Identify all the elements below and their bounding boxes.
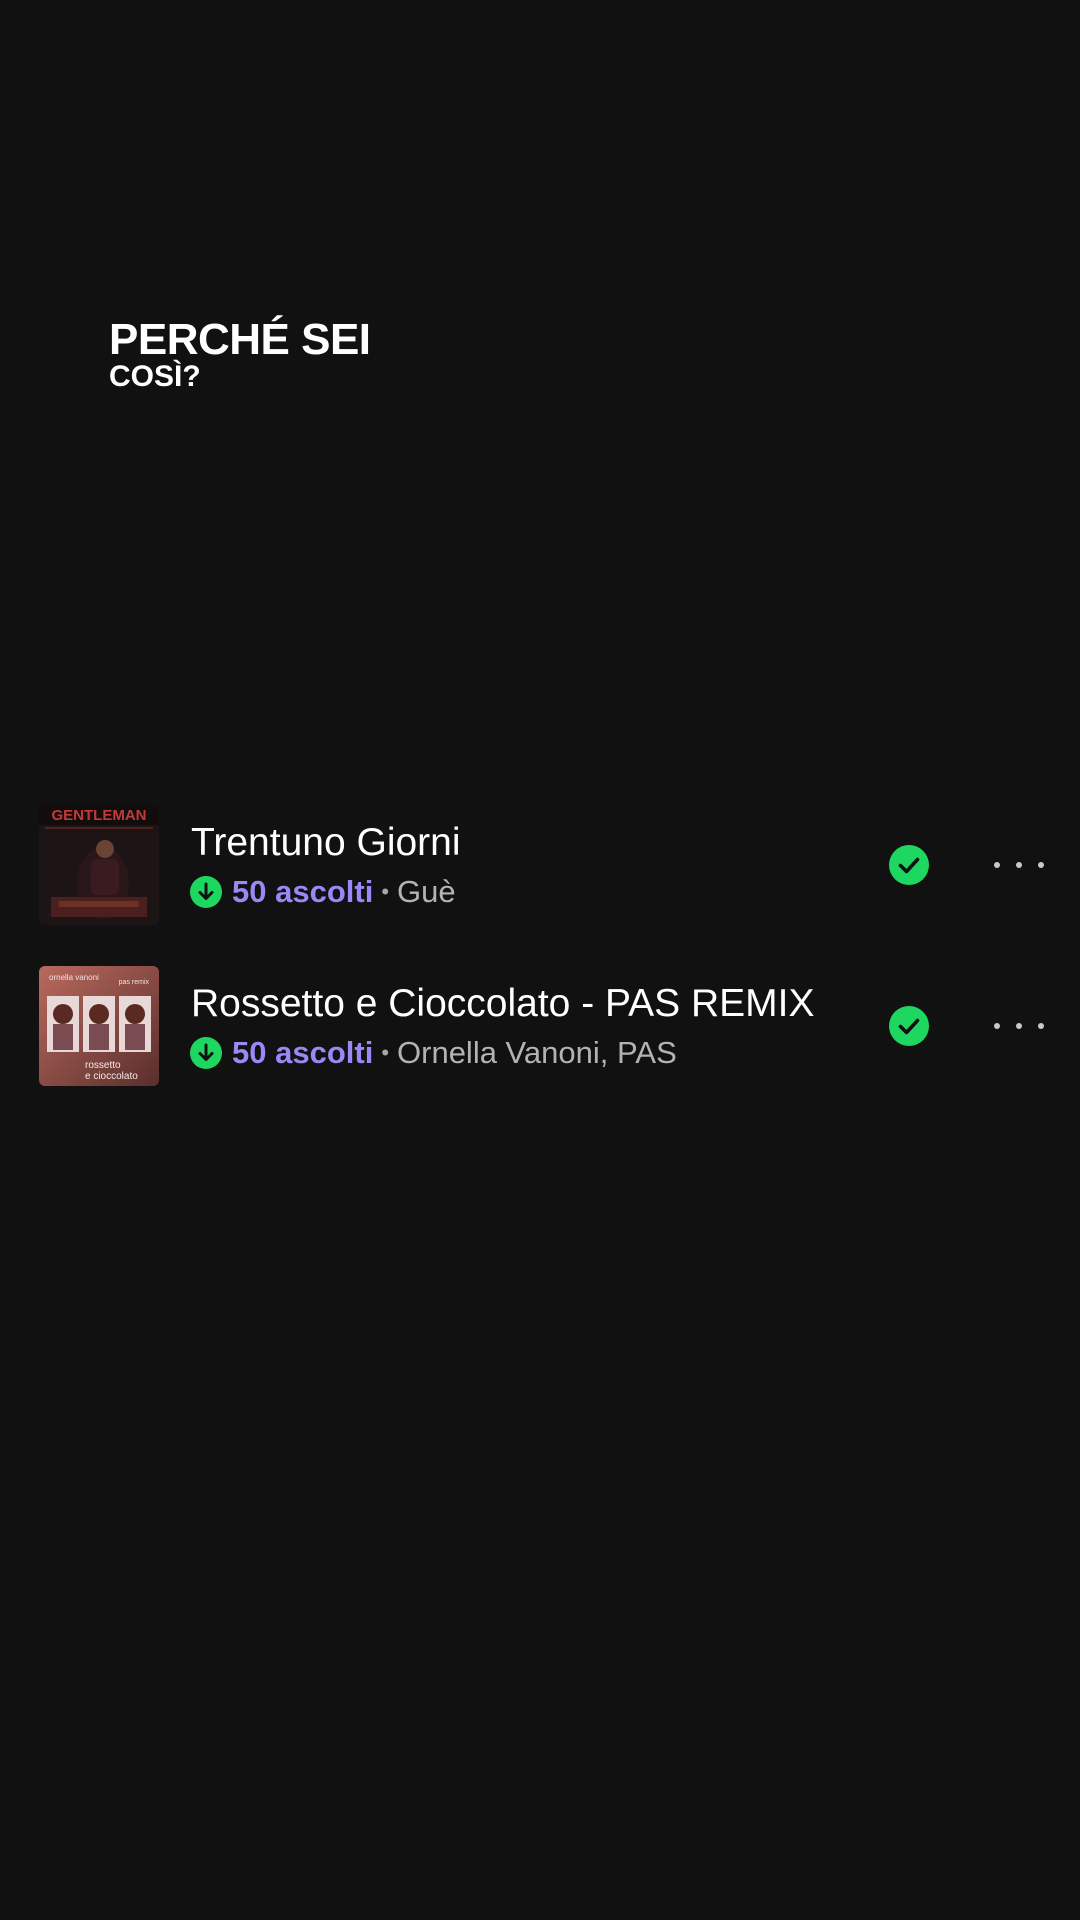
artist-name: Guè [397, 874, 456, 909]
play-count: 50 ascolti [232, 874, 374, 909]
meta-separator: • [381, 1040, 390, 1065]
more-dot-icon [1016, 862, 1022, 868]
more-options-button[interactable] [994, 1006, 1044, 1046]
meta-separator: • [381, 879, 390, 904]
cover-text-gentleman: GENTLEMAN [52, 807, 147, 824]
play-count: 50 ascolti [232, 1035, 374, 1070]
playlist-screen: PERCHÉ SEI COSÌ? GENTLEMAN Trentuno Gior… [0, 0, 1080, 1920]
album-cover-gentleman: GENTLEMAN [39, 805, 159, 925]
artist-name: Ornella Vanoni, PAS [397, 1035, 677, 1070]
track-title: Rossetto e Cioccolato - PAS REMIX [191, 982, 815, 1025]
more-dot-icon [1038, 862, 1044, 868]
check-circle-icon[interactable] [889, 845, 929, 885]
album-cover-rossetto: ornella vanoni pas remix rossetto e cioc… [39, 966, 159, 1086]
title-line-1: PERCHÉ SEI [109, 315, 371, 364]
more-dot-icon [1016, 1023, 1022, 1029]
track-title: Trentuno Giorni [191, 821, 461, 864]
download-circle-icon [190, 876, 222, 908]
download-circle-icon [190, 1037, 222, 1069]
check-circle-icon[interactable] [889, 1006, 929, 1046]
more-dot-icon [994, 1023, 1000, 1029]
title-line-2: COSÌ? [109, 360, 201, 393]
track-meta: 50 ascolti • Ornella Vanoni, PAS [190, 1034, 677, 1072]
track-meta: 50 ascolti • Guè [190, 873, 456, 911]
cover-text-pas: pas remix [119, 979, 150, 986]
track-row-trentuno-giorni[interactable]: GENTLEMAN Trentuno Giorni 50 ascolti • G… [0, 805, 1080, 925]
more-dot-icon [994, 862, 1000, 868]
more-options-button[interactable] [994, 845, 1044, 885]
cover-text-ornella: ornella vanoni [49, 973, 99, 982]
cover-text-cioccolato: e cioccolato [85, 1071, 138, 1082]
cover-text-rossetto: rossetto [85, 1060, 121, 1071]
more-dot-icon [1038, 1023, 1044, 1029]
playlist-title: PERCHÉ SEI COSÌ? [109, 316, 371, 394]
track-row-rossetto-e-cioccolato[interactable]: ornella vanoni pas remix rossetto e cioc… [0, 966, 1080, 1086]
